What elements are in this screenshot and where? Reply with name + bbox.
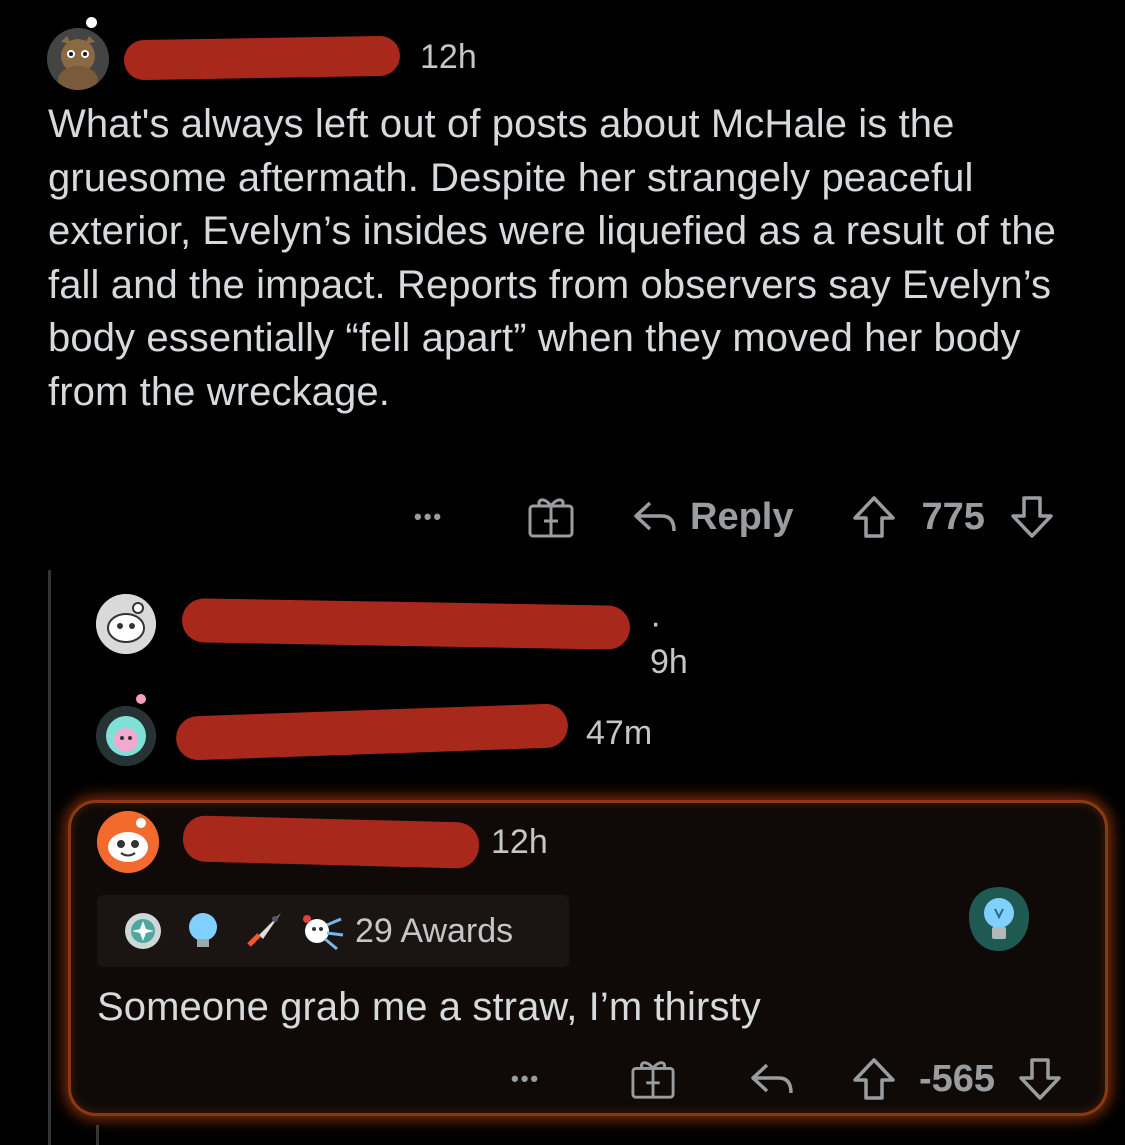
reply-author-redacted [181, 598, 631, 650]
gift-award-icon[interactable] [526, 494, 576, 540]
highlighted-actions: ••• -565 [511, 1051, 1063, 1107]
featured-lightbulb-icon [967, 885, 1031, 960]
medal-award-icon [121, 909, 165, 953]
more-options-button[interactable]: ••• [511, 1066, 571, 1092]
downvote-icon[interactable] [1009, 494, 1055, 540]
more-options-button[interactable]: ••• [414, 504, 476, 530]
online-dot-icon [86, 17, 97, 28]
comment-time: 12h [420, 38, 477, 76]
awards-count: 29 Awards [355, 911, 514, 950]
reply-time: 47m [586, 714, 653, 752]
rocket-award-icon [241, 909, 287, 953]
author-name-redacted [123, 35, 401, 81]
downvote-icon[interactable] [1017, 1056, 1063, 1102]
vote-score: -565 [919, 1057, 996, 1100]
reply-author-redacted [175, 703, 569, 761]
vote-score: 775 [921, 495, 985, 538]
highlighted-time: 12h [491, 823, 548, 861]
reply-button[interactable]: Reply [632, 496, 793, 539]
highlighted-author-redacted [182, 815, 480, 869]
reply-arrow-icon[interactable] [749, 1061, 795, 1097]
highlighted-comment: 12h 29 Awards Someone grab me a straw, I… [68, 800, 1108, 1116]
top-comment: 12h What's always left out of posts abou… [0, 0, 1125, 560]
reply-collapsed[interactable]: · 9h [90, 590, 690, 681]
reply-time: · 9h [650, 604, 688, 681]
reply-label: Reply [690, 495, 794, 538]
reply-arrow-icon [632, 499, 678, 535]
thread-line-nested [96, 1125, 99, 1145]
highlighted-body: Someone grab me a straw, I’m thirsty [97, 985, 761, 1029]
thread-line [48, 570, 51, 1145]
reply-avatar[interactable] [96, 594, 156, 654]
upvote-icon[interactable] [851, 494, 897, 540]
comment-actions: ••• Reply 775 [414, 490, 1055, 544]
highlighted-author-avatar[interactable] [97, 811, 159, 873]
reply-collapsed[interactable]: 47m [90, 690, 690, 770]
gift-award-icon[interactable] [629, 1057, 677, 1101]
reply-avatar[interactable] [96, 706, 156, 766]
comment-body: What's always left out of posts about Mc… [48, 102, 1057, 414]
awards-bar[interactable]: 29 Awards [97, 895, 569, 967]
author-avatar[interactable] [47, 28, 109, 90]
upvote-icon[interactable] [851, 1056, 897, 1102]
splash-award-icon [297, 909, 347, 953]
lightbulb-award-icon [183, 909, 223, 953]
online-dot-icon [136, 694, 146, 704]
